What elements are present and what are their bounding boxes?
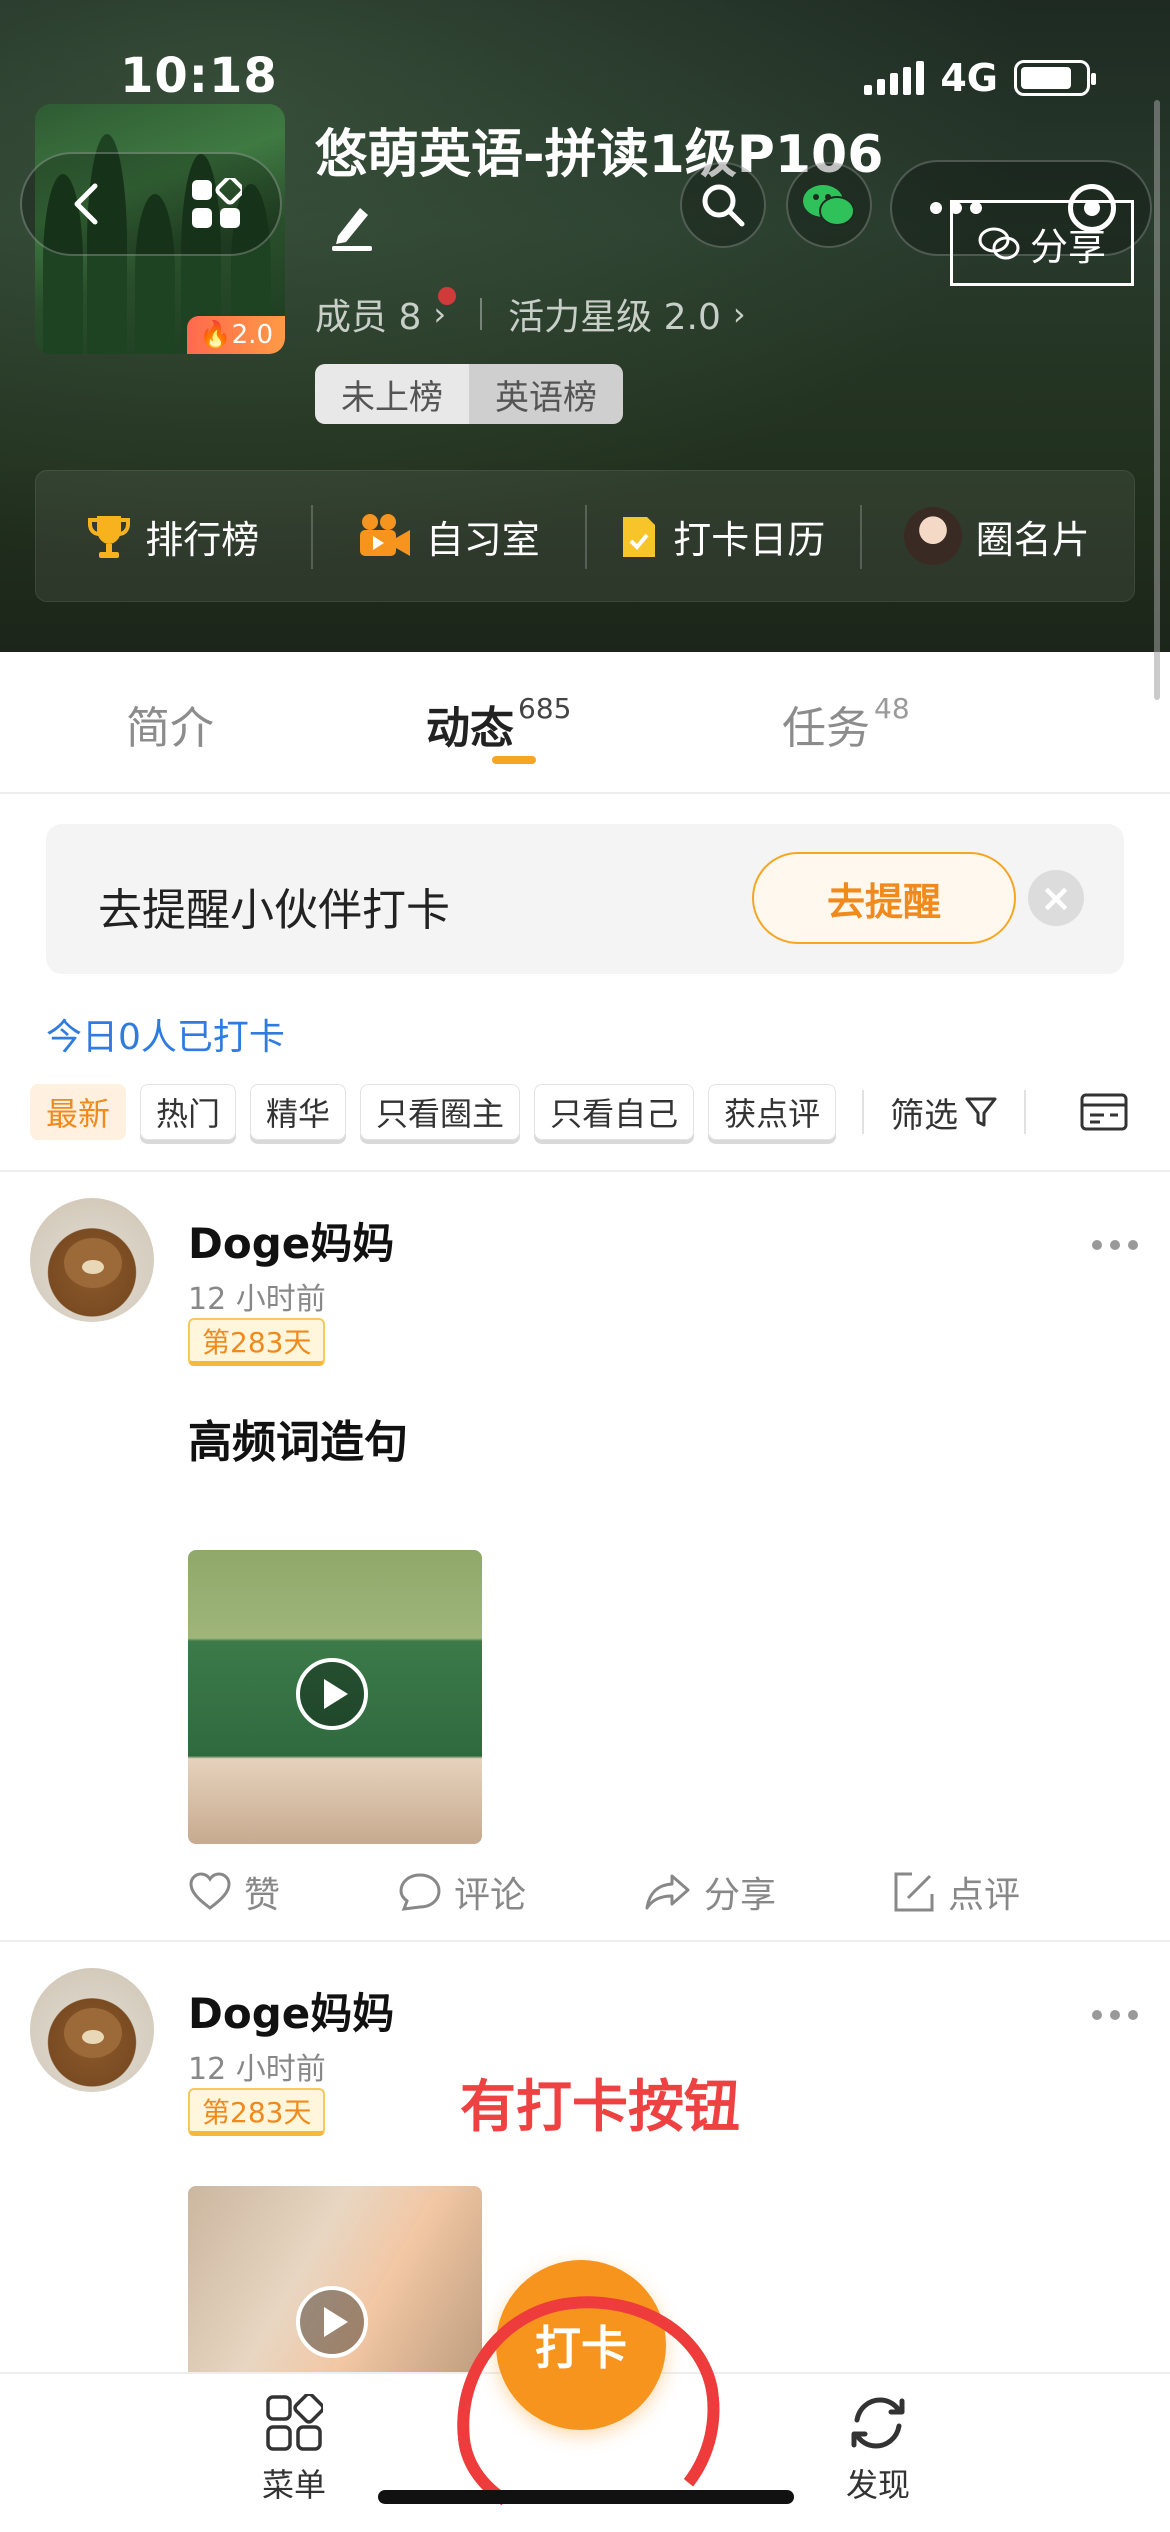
scrollbar[interactable]: [1154, 100, 1160, 700]
day-badge: 第283天: [188, 1318, 326, 1366]
trophy-icon: [88, 516, 131, 558]
filter-chip-mine-only[interactable]: 只看自己: [534, 1084, 695, 1140]
post-time: 12 小时前: [188, 1282, 326, 1317]
video-camera-icon: [359, 514, 410, 556]
play-icon: [296, 1658, 368, 1730]
quick-actions-bar: 排行榜 自习室 打卡日历 圈名片: [35, 470, 1135, 602]
rank-tag: 未上榜: [315, 364, 469, 424]
post-username[interactable]: Doge妈妈: [188, 1210, 394, 1271]
search-button[interactable]: [680, 162, 766, 248]
filter-chip-hot[interactable]: 热门: [140, 1084, 237, 1140]
filter-bar: 最新 热门 精华 只看圈主 只看自己 获点评 筛选: [30, 1082, 1140, 1142]
battery-icon: [1014, 60, 1096, 96]
avatar[interactable]: [30, 1198, 154, 1322]
reminder-banner: 去提醒小伙伴打卡 去提醒 ×: [46, 824, 1124, 974]
filter-label: 筛选: [890, 1095, 959, 1136]
pencil-icon: [332, 208, 372, 251]
circle-card-button[interactable]: 圈名片: [859, 471, 1135, 601]
content-tabs: 简介 动态 685 任务 48: [0, 652, 1170, 794]
menu-button[interactable]: 菜单: [262, 2394, 326, 2506]
notification-dot: [438, 287, 457, 305]
group-header: 10:18 4G 🔥2.0 悠萌英语-拼读1级P106 分享 成员 8 › 活力…: [0, 0, 1170, 652]
video-thumbnail[interactable]: [188, 1550, 482, 1844]
today-checkin-count[interactable]: 今日0人已打卡: [46, 1008, 285, 1060]
filter-chip-reviewed[interactable]: 获点评: [708, 1084, 837, 1140]
funnel-icon: [965, 1097, 997, 1127]
level-badge: 🔥2.0: [187, 316, 285, 354]
annotation-label: 有打卡按钮: [460, 2075, 740, 2140]
status-icons: 4G: [864, 56, 1096, 100]
leaderboard-button[interactable]: 排行榜: [36, 471, 311, 601]
search-icon: [702, 184, 745, 227]
checkin-calendar-button[interactable]: 打卡日历: [585, 471, 860, 601]
members-link[interactable]: 成员 8: [315, 288, 421, 340]
close-icon[interactable]: ×: [1028, 870, 1084, 926]
nav-capsule: [20, 152, 282, 256]
filter-chip-latest[interactable]: 最新: [30, 1084, 127, 1140]
video-thumbnail[interactable]: [188, 2186, 482, 2372]
review-edit-icon: [894, 1872, 934, 1912]
chevron-left-icon: [74, 183, 97, 225]
status-time: 10:18: [120, 48, 278, 104]
heart-icon: [189, 1872, 231, 1910]
tab-tasks[interactable]: 任务 48: [782, 692, 910, 756]
network-type: 4G: [940, 56, 998, 100]
tab-intro[interactable]: 简介: [126, 692, 214, 756]
active-tab-indicator: [492, 756, 536, 764]
apps-grid-icon: [191, 178, 242, 228]
comment-icon: [399, 1873, 441, 1911]
post-text: 高频词造句: [188, 1417, 408, 1468]
feed-post: Doge妈妈 12 小时前 第283天 高频词造句 赞 评论 分享 点评: [0, 1170, 1170, 1940]
like-button[interactable]: 赞: [188, 1866, 398, 1918]
wechat-button[interactable]: [786, 162, 872, 248]
signal-icon: [864, 61, 925, 95]
share-post-button[interactable]: 分享: [644, 1866, 892, 1918]
more-icon[interactable]: [1092, 1240, 1138, 1250]
vitality-link[interactable]: 活力星级 2.0: [508, 288, 721, 340]
day-badge: 第283天: [188, 2088, 326, 2136]
post-username[interactable]: Doge妈妈: [188, 1980, 394, 2041]
study-room-button[interactable]: 自习室: [310, 471, 586, 601]
share-label: 分享: [1029, 224, 1106, 269]
filter-chip-owner-only[interactable]: 只看圈主: [360, 1084, 521, 1140]
refresh-icon: [851, 2397, 905, 2449]
play-icon: [296, 2286, 368, 2358]
post-time: 12 小时前: [188, 2052, 326, 2087]
menu-grid-icon: [266, 2394, 323, 2451]
card-view-icon[interactable]: [1080, 1093, 1128, 1131]
filter-chip-featured[interactable]: 精华: [250, 1084, 347, 1140]
apps-button[interactable]: [151, 154, 280, 254]
review-button[interactable]: 点评: [892, 1866, 1020, 1918]
wechat-icon: [803, 185, 855, 226]
reminder-text: 去提醒小伙伴打卡: [98, 885, 450, 936]
avatar-icon: [903, 507, 962, 565]
comment-button[interactable]: 评论: [398, 1866, 644, 1918]
discover-button[interactable]: 发现: [846, 2394, 910, 2506]
chevron-right-icon: ›: [732, 295, 746, 333]
post-actions: 赞 评论 分享 点评: [188, 1866, 1088, 1918]
rank-tags[interactable]: 未上榜 英语榜: [315, 364, 623, 424]
edit-title-button[interactable]: [328, 200, 376, 256]
avatar[interactable]: [30, 1968, 154, 2092]
tab-feed[interactable]: 动态 685: [426, 692, 571, 756]
rank-tag: 英语榜: [469, 364, 623, 424]
group-meta: 成员 8 › 活力星级 2.0 ›: [315, 287, 746, 340]
more-icon[interactable]: [1092, 2010, 1138, 2020]
wechat-share-icon: [978, 227, 1020, 260]
back-button[interactable]: [22, 154, 151, 254]
home-indicator: [378, 2490, 794, 2504]
share-arrow-icon: [645, 1874, 690, 1910]
calendar-note-icon: [623, 517, 656, 557]
share-button[interactable]: 分享: [950, 200, 1134, 286]
remind-button[interactable]: 去提醒: [752, 852, 1016, 944]
filter-button[interactable]: 筛选: [890, 1088, 998, 1137]
